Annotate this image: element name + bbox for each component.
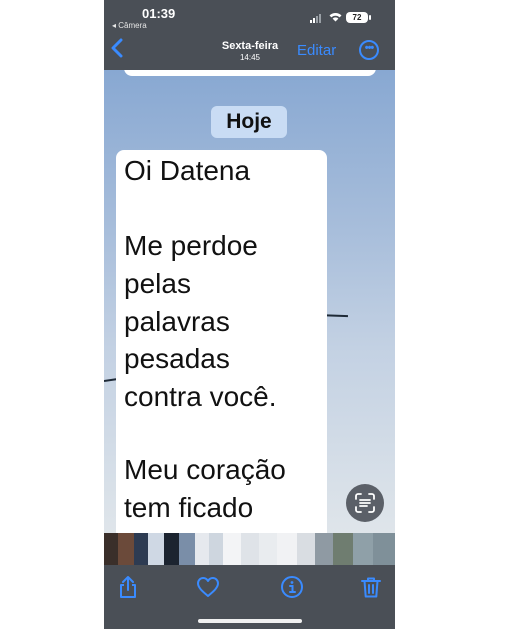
battery-tip: [369, 15, 371, 20]
message-line: Oi Datena: [124, 155, 251, 186]
message-line: Me perdoe: [124, 230, 258, 261]
signal-icon: [310, 14, 324, 23]
edit-button[interactable]: Editar: [297, 42, 336, 59]
back-button[interactable]: [111, 38, 123, 64]
date-chip: Hoje: [211, 106, 287, 138]
thumbnail[interactable]: [241, 533, 259, 565]
thumbnail[interactable]: [315, 533, 333, 565]
thumbnail[interactable]: [164, 533, 179, 565]
status-time: 01:39: [142, 6, 176, 21]
message-line: contra você.: [124, 381, 277, 412]
live-text-icon: [355, 493, 375, 513]
info-icon[interactable]: [280, 575, 304, 599]
photo-title: Sexta-feira 14:45: [204, 40, 296, 62]
thumbnail[interactable]: [209, 533, 223, 565]
trash-icon[interactable]: [359, 575, 383, 599]
thumbnail[interactable]: [259, 533, 277, 565]
thumbnail[interactable]: [223, 533, 241, 565]
message-line: palavras: [124, 306, 230, 337]
photo-time: 14:45: [239, 53, 261, 62]
nav-bar: Sexta-feira 14:45 Editar •••: [104, 34, 395, 70]
thumbnail[interactable]: [118, 533, 134, 565]
message-line: pesadas: [124, 343, 230, 374]
bottom-toolbar: [104, 565, 395, 629]
share-icon[interactable]: [116, 575, 140, 599]
thumbnail[interactable]: [104, 533, 118, 565]
thumbnail[interactable]: [148, 533, 164, 565]
message-line: Meu coração: [124, 454, 286, 485]
wifi-icon: [329, 12, 342, 25]
message-line: pelas: [124, 268, 191, 299]
live-text-button[interactable]: [346, 484, 384, 522]
thumbnail[interactable]: [134, 533, 148, 565]
back-to-app-link[interactable]: ◂ Câmera: [112, 21, 147, 30]
photo-day: Sexta-feira: [221, 40, 279, 52]
heart-icon[interactable]: [196, 575, 220, 599]
phone-screen: Hoje Oi Datena Me perdoe pelas palavras …: [104, 0, 395, 629]
message-line: tem ficado: [124, 492, 254, 523]
thumbnail[interactable]: [373, 533, 395, 565]
battery-icon: 72: [346, 12, 368, 23]
thumbnail[interactable]: [297, 533, 315, 565]
thumbnail[interactable]: [195, 533, 209, 565]
thumbnail[interactable]: [353, 533, 373, 565]
thumbnail[interactable]: [333, 533, 353, 565]
message-bubble: Oi Datena Me perdoe pelas palavras pesad…: [116, 150, 327, 540]
thumbnail-strip[interactable]: [104, 533, 395, 565]
thumbnail[interactable]: [277, 533, 297, 565]
more-options-button[interactable]: •••: [359, 40, 379, 60]
status-bar: 01:39 ◂ Câmera 72: [104, 0, 395, 34]
home-indicator: [198, 619, 302, 623]
chevron-left-icon: [111, 38, 123, 58]
thumbnail[interactable]: [179, 533, 195, 565]
